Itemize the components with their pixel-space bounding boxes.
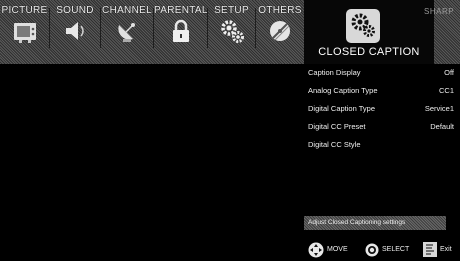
tab-others[interactable]: OTHERS [256,0,304,48]
menu-item-caption-display[interactable]: Caption Display Off [304,64,456,82]
gears-icon [346,9,380,43]
menu-item-digital-cc-preset[interactable]: Digital CC Preset Default [304,118,456,136]
tab-label: CHANNEL [102,5,152,16]
gears-icon [220,20,244,43]
select-button-icon [365,243,379,257]
menu-item-value: CC1 [438,86,454,95]
help-text-bar: Adjust Closed Captioning settings [304,216,446,230]
dpad-icon [308,242,324,258]
tab-setup[interactable]: SETUP [208,0,255,48]
menu-item-value: Default [430,122,454,131]
menu-item-label: Caption Display [308,68,361,77]
menu-item-value: Service1 [424,104,454,113]
menu-item-analog-caption-type[interactable]: Analog Caption Type CC1 [304,82,456,100]
menu-item-label: Digital Caption Type [308,104,375,113]
exit-label: Exit [440,246,452,253]
tab-parental[interactable]: PARENTAL [154,0,207,48]
satellite-dish-icon [118,23,135,42]
move-legend: MOVE [308,242,350,258]
move-label: MOVE [327,246,348,253]
menu-item-digital-caption-type[interactable]: Digital Caption Type Service1 [304,100,456,118]
tab-label: SETUP [214,5,249,16]
page-title: CLOSED CAPTION [318,46,420,58]
tab-picture[interactable]: PICTURE [0,0,49,48]
tab-label: PARENTAL [154,5,208,16]
tab-label: PICTURE [1,5,48,16]
select-label: SELECT [382,246,410,253]
top-menu-bar: PICTURE SOUND CHANNEL PARENTAL SETUP OTH… [0,0,460,64]
tab-sound[interactable]: SOUND [50,0,100,48]
exit-legend: Exit [423,242,458,258]
exit-button-icon [423,242,437,257]
tv-icon [13,23,36,43]
select-legend: SELECT [365,242,413,258]
tab-label: SOUND [56,5,94,16]
menu-item-value: Off [444,68,454,77]
tab-channel[interactable]: CHANNEL [101,0,153,48]
tab-label: OTHERS [258,5,302,16]
menu-item-digital-cc-style[interactable]: Digital CC Style [304,136,456,154]
padlock-icon [172,19,189,42]
menu-item-label: Analog Caption Type [308,86,378,95]
caption-settings-panel: Caption Display Off Analog Caption Type … [304,64,460,261]
menu-item-label: Digital CC Preset [308,122,366,131]
brand-logo: SHARP [424,7,455,16]
speaker-icon [66,22,84,40]
disc-icon [270,21,290,41]
menu-item-label: Digital CC Style [308,140,361,149]
tv-menu-screen: PICTURE SOUND CHANNEL PARENTAL SETUP OTH… [0,0,460,261]
